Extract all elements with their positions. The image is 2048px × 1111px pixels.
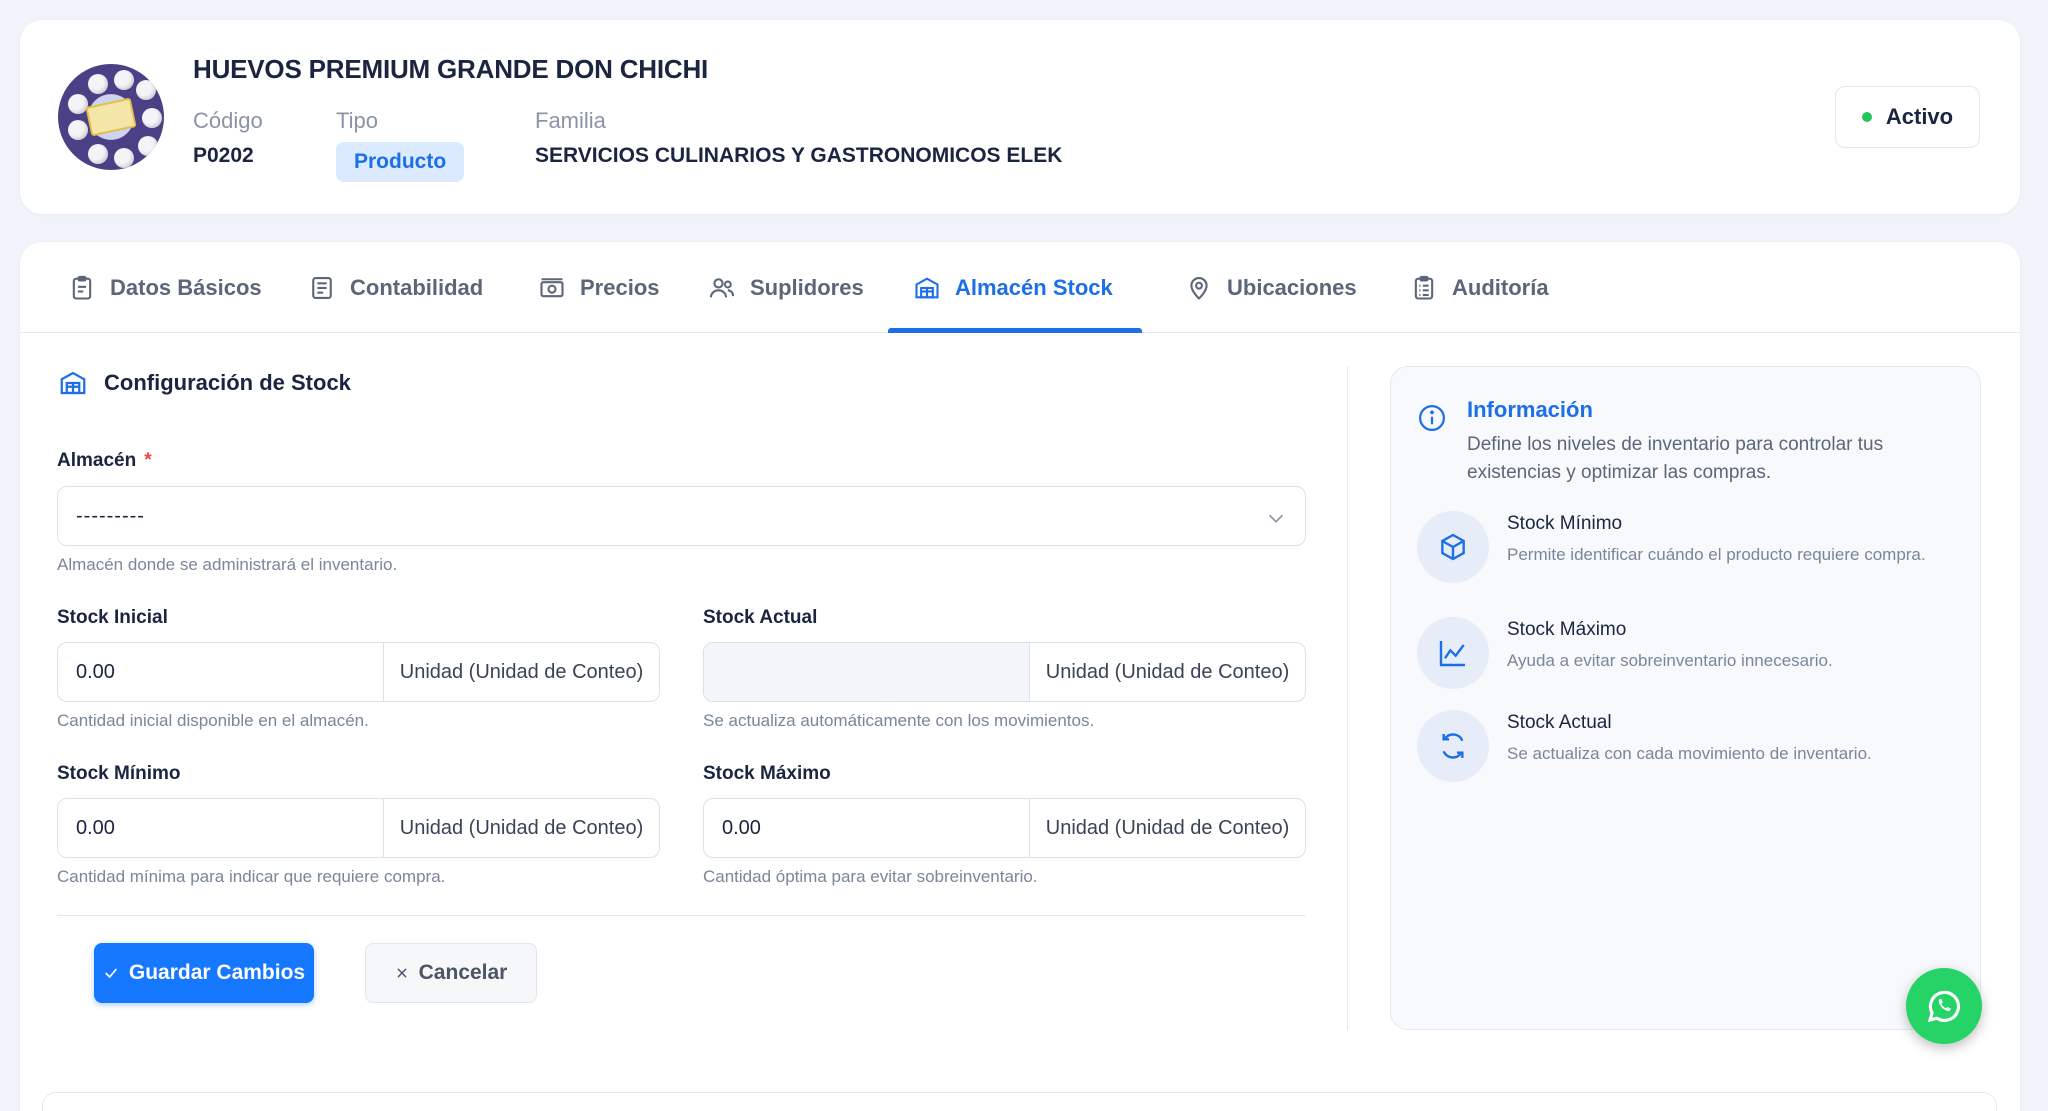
current-stock-group: Unidad (Unidad de Conteo) <box>703 642 1306 702</box>
tab-label: Contabilidad <box>350 274 484 300</box>
initial-stock-label: Stock Inicial <box>57 607 168 628</box>
warehouse-hint: Almacén donde se administrará el inventa… <box>57 555 398 574</box>
initial-stock-hint: Cantidad inicial disponible en el almacé… <box>57 711 369 730</box>
close-icon <box>397 968 407 978</box>
initial-stock-input[interactable]: 0.00 <box>58 643 384 701</box>
column-divider <box>1347 366 1348 1030</box>
max-stock-hint: Cantidad óptima para evitar sobreinventa… <box>703 867 1038 886</box>
required-mark: * <box>144 450 152 471</box>
info-item-title: Stock Máximo <box>1507 619 1627 640</box>
warehouse-icon <box>915 276 939 298</box>
current-stock-unit: Unidad (Unidad de Conteo) <box>1045 660 1290 683</box>
family-value: SERVICIOS CULINARIOS Y GASTRONOMICOS ELE… <box>535 144 1063 167</box>
tab-bar: Datos Básicos Contabilidad Precios Supli… <box>20 242 2020 333</box>
section-title-text: Configuración de Stock <box>104 370 351 395</box>
check-icon <box>104 968 117 979</box>
info-item-title: Stock Mínimo <box>1507 513 1623 534</box>
save-button[interactable]: Guardar Cambios <box>94 943 314 1003</box>
tab-label: Auditoría <box>1452 274 1549 300</box>
document-icon <box>312 276 332 299</box>
whatsapp-icon <box>1927 990 1960 1023</box>
info-description: Define los niveles de inventario para co… <box>1467 434 1884 483</box>
info-item-icon-wrap <box>1417 710 1489 782</box>
warehouse-label: Almacén * <box>57 450 152 471</box>
form-divider <box>57 915 1306 916</box>
refresh-icon <box>1442 733 1464 759</box>
tab-auditoria[interactable]: Auditoría <box>1410 242 1549 333</box>
whatsapp-button[interactable] <box>1906 968 1982 1044</box>
min-stock-hint: Cantidad mínima para indicar que requier… <box>57 867 446 886</box>
chart-line-icon <box>1439 641 1465 667</box>
tab-label: Almacén Stock <box>955 274 1113 300</box>
tab-datos-basicos[interactable]: Datos Básicos <box>68 242 262 333</box>
max-stock-input[interactable]: 0.00 <box>704 799 1030 857</box>
money-icon <box>540 277 564 297</box>
tab-suplidores[interactable]: Suplidores <box>708 242 864 333</box>
max-stock-unit: Unidad (Unidad de Conteo) <box>1045 816 1290 839</box>
warehouse-select[interactable]: --------- <box>57 486 1306 546</box>
min-stock-input[interactable]: 0.00 <box>58 799 384 857</box>
cancel-button[interactable]: Cancelar <box>365 943 537 1003</box>
code-label: Código <box>193 108 263 133</box>
tab-label: Ubicaciones <box>1227 274 1357 300</box>
info-icon <box>1419 405 1445 431</box>
info-panel: Información Define los niveles de invent… <box>1390 366 1981 1030</box>
tab-ubicaciones[interactable]: Ubicaciones <box>1185 242 1357 333</box>
tab-contabilidad[interactable]: Contabilidad <box>308 242 483 333</box>
info-item-desc: Permite identificar cuándo el producto r… <box>1507 545 1926 564</box>
tab-almacen-stock[interactable]: Almacén Stock <box>913 242 1113 333</box>
main-card: Datos Básicos Contabilidad Precios Supli… <box>20 242 2020 1111</box>
box-icon <box>1441 533 1465 561</box>
info-item-icon-wrap <box>1417 511 1489 583</box>
map-pin-icon <box>1190 276 1208 300</box>
info-item-title: Stock Actual <box>1507 712 1612 733</box>
tab-label: Datos Básicos <box>110 274 262 300</box>
status-badge: Activo <box>1835 86 1980 148</box>
info-item-desc: Ayuda a evitar sobreinventario innecesar… <box>1507 651 1833 670</box>
current-stock-input <box>704 643 1030 701</box>
initial-stock-group: 0.00 Unidad (Unidad de Conteo) <box>57 642 660 702</box>
type-badge: Producto <box>336 142 465 182</box>
info-item-desc: Se actualiza con cada movimiento de inve… <box>1507 744 1872 763</box>
type-label: Tipo <box>336 108 378 133</box>
status-dot-icon <box>1861 112 1872 122</box>
current-stock-label: Stock Actual <box>703 607 818 628</box>
min-stock-group: 0.00 Unidad (Unidad de Conteo) <box>57 798 660 858</box>
product-image <box>58 64 164 170</box>
min-stock-unit: Unidad (Unidad de Conteo) <box>399 816 644 839</box>
clipboard-icon <box>72 275 92 300</box>
status-label: Activo <box>1885 104 1954 129</box>
info-title: Información <box>1467 397 1593 422</box>
max-stock-label: Stock Máximo <box>703 763 831 784</box>
tab-label: Suplidores <box>750 274 864 300</box>
product-name: HUEVOS PREMIUM GRANDE DON CHICHI <box>193 54 709 84</box>
users-icon <box>709 277 735 297</box>
family-label: Familia <box>535 108 606 133</box>
min-stock-label: Stock Mínimo <box>57 763 181 784</box>
max-stock-group: 0.00 Unidad (Unidad de Conteo) <box>703 798 1306 858</box>
warehouse-select-value: --------- <box>76 504 145 527</box>
tab-precios[interactable]: Precios <box>538 242 660 333</box>
initial-stock-unit: Unidad (Unidad de Conteo) <box>399 660 644 683</box>
chevron-down-icon <box>1268 514 1284 523</box>
code-value: P0202 <box>193 144 254 167</box>
cancel-button-label: Cancelar <box>418 961 508 984</box>
clipboard-list-icon <box>1414 275 1434 300</box>
active-tab-indicator <box>888 328 1142 333</box>
bottom-card <box>42 1092 1997 1111</box>
section-title: Configuración de Stock <box>58 368 351 398</box>
info-item-icon-wrap <box>1417 617 1489 689</box>
current-stock-hint: Se actualiza automáticamente con los mov… <box>703 711 1095 730</box>
product-header-card: HUEVOS PREMIUM GRANDE DON CHICHI Código … <box>20 20 2020 214</box>
save-button-label: Guardar Cambios <box>128 961 306 984</box>
tab-label: Precios <box>580 274 660 300</box>
warehouse-icon <box>60 371 86 395</box>
